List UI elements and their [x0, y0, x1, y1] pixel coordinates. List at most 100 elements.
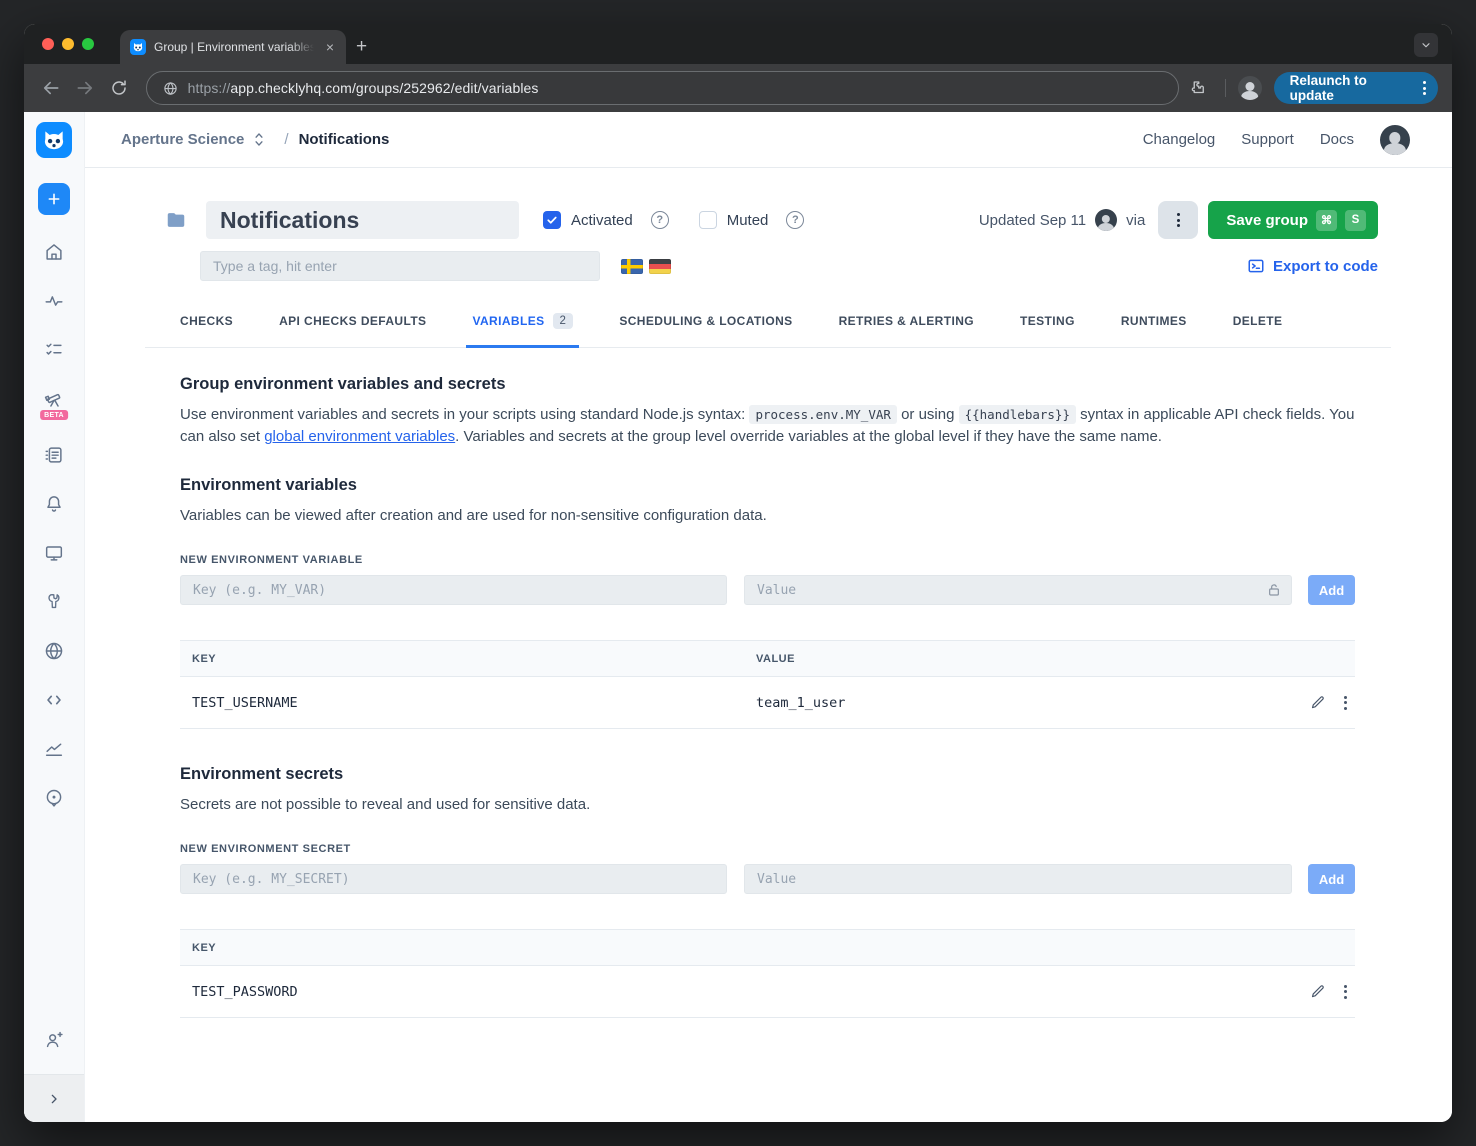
sidebar-item-analytics[interactable] — [43, 737, 65, 761]
tab-search-button[interactable] — [1414, 33, 1438, 57]
variables-table: KEY VALUE TEST_USERNAME team_1_user — [180, 640, 1355, 729]
tab-api-checks-defaults[interactable]: API CHECKS DEFAULTS — [279, 313, 426, 347]
muted-label: Muted — [726, 211, 769, 229]
docs-link[interactable]: Docs — [1320, 131, 1354, 148]
create-new-button[interactable] — [38, 183, 70, 215]
muted-checkbox[interactable] — [698, 211, 717, 229]
variable-value-input[interactable] — [744, 575, 1292, 605]
add-variable-button[interactable]: Add — [1308, 575, 1355, 605]
reload-icon — [111, 80, 126, 95]
tag-input[interactable] — [200, 251, 600, 281]
chevron-down-icon — [1422, 43, 1430, 48]
support-link[interactable]: Support — [1241, 131, 1294, 148]
account-switcher-label[interactable]: Aperture Science — [121, 131, 244, 148]
checkly-favicon-icon — [130, 39, 146, 55]
global-environment-variables-link[interactable]: global environment variables — [264, 428, 455, 445]
germany-flag-icon — [649, 258, 671, 274]
toolbar-divider — [1224, 79, 1226, 97]
sidebar-item-activity[interactable] — [43, 289, 65, 313]
telescope-icon — [44, 393, 61, 407]
variable-value-cell: team_1_user — [756, 694, 846, 711]
breadcrumb-separator: / — [284, 131, 289, 148]
tab-variables[interactable]: VARIABLES 2 — [466, 313, 580, 348]
secret-value-input[interactable] — [744, 864, 1292, 894]
tab-delete[interactable]: DELETE — [1233, 313, 1283, 347]
activated-checkbox[interactable] — [543, 211, 561, 229]
tab-close-icon[interactable]: × — [322, 38, 338, 56]
tab-retries-alerting[interactable]: RETRIES & ALERTING — [839, 313, 974, 347]
group-header-row2: Export to code — [85, 251, 1452, 281]
column-value: VALUE — [756, 652, 795, 665]
relaunch-label: Relaunch to update — [1289, 73, 1367, 103]
tab-testing[interactable]: TESTING — [1020, 313, 1075, 347]
shortcut-cmd-key: ⌘ — [1316, 209, 1337, 231]
chevron-right-icon — [51, 1094, 57, 1103]
sidebar-item-invite-user[interactable] — [43, 1028, 65, 1052]
add-secret-button[interactable]: Add — [1308, 864, 1355, 894]
tab-scheduling-locations[interactable]: SCHEDULING & LOCATIONS — [619, 313, 792, 347]
code-icon — [47, 695, 61, 705]
row-menu-icon[interactable] — [1344, 984, 1347, 999]
url-text: https://app.checklyhq.com/groups/252962/… — [187, 80, 539, 96]
sidebar-item-private-locations[interactable] — [43, 786, 65, 810]
user-avatar[interactable] — [1380, 124, 1410, 155]
variable-key-input[interactable] — [180, 575, 727, 605]
url-bar[interactable]: https://app.checklyhq.com/groups/252962/… — [145, 71, 1179, 105]
updated-label: Updated Sep 11 — [978, 211, 1087, 229]
secrets-table-header: KEY — [180, 929, 1355, 966]
save-group-button[interactable]: Save group ⌘ S — [1208, 201, 1378, 239]
new-secret-form: Add — [180, 864, 1355, 894]
group-name-input[interactable] — [206, 201, 519, 239]
muted-help-icon[interactable]: ? — [786, 211, 805, 229]
checkly-logo-icon[interactable] — [36, 122, 72, 158]
reload-button[interactable] — [104, 73, 134, 103]
new-tab-button[interactable]: + — [356, 36, 367, 58]
edit-pencil-icon[interactable] — [1309, 983, 1326, 1000]
back-button[interactable] — [36, 73, 66, 103]
browser-tab[interactable]: Group | Environment variables × — [120, 30, 346, 64]
forward-button[interactable] — [70, 73, 100, 103]
traffic-lights — [42, 38, 94, 50]
account-switcher-chevrons-icon[interactable] — [252, 131, 266, 148]
close-window-button[interactable] — [42, 38, 54, 50]
sidebar-item-maintenance[interactable] — [43, 590, 65, 614]
sidebar-item-alerts[interactable] — [43, 492, 65, 516]
edit-pencil-icon[interactable] — [1309, 694, 1326, 711]
activated-label: Activated — [571, 211, 633, 229]
activated-help-icon[interactable]: ? — [650, 211, 669, 229]
zoom-window-button[interactable] — [82, 38, 94, 50]
browser-titlebar: Group | Environment variables × + — [24, 24, 1452, 64]
tab-runtimes[interactable]: RUNTIMES — [1121, 313, 1187, 347]
beta-badge: BETA — [40, 410, 68, 420]
secret-key-input[interactable] — [180, 864, 727, 894]
column-key: KEY — [192, 941, 217, 954]
sidebar-item-status-pages[interactable] — [43, 541, 65, 565]
sidebar-item-checks[interactable] — [43, 338, 65, 362]
sidebar-item-browser-checks[interactable] — [43, 639, 65, 663]
environment-secrets-description: Secrets are not possible to reveal and u… — [180, 796, 591, 813]
sidebar-item-snippets[interactable] — [43, 688, 65, 712]
tab-checks[interactable]: CHECKS — [180, 313, 233, 347]
minimize-window-button[interactable] — [62, 38, 74, 50]
group-more-actions-button[interactable] — [1158, 201, 1199, 239]
section-intro: Use environment variables and secrets in… — [180, 405, 1355, 445]
environment-secrets-heading: Environment secrets — [180, 765, 344, 783]
updated-by-avatar[interactable] — [1095, 209, 1118, 231]
browser-profile-avatar[interactable] — [1237, 76, 1262, 100]
sidebar-item-telescope-beta[interactable]: BETA — [40, 387, 68, 420]
sidebar-item-home[interactable] — [43, 240, 65, 264]
export-to-code-link[interactable]: Export to code — [1247, 257, 1378, 275]
row-menu-icon[interactable] — [1344, 695, 1347, 710]
lock-open-icon[interactable] — [1266, 582, 1282, 598]
bell-icon — [47, 496, 61, 512]
relaunch-button[interactable]: Relaunch to update — [1273, 72, 1439, 104]
extensions-button[interactable] — [1183, 73, 1213, 103]
relaunch-menu-icon[interactable] — [1423, 81, 1427, 95]
sidebar-item-runtime-log[interactable] — [43, 443, 65, 467]
variables-tab-content: Group environment variables and secrets … — [85, 348, 1452, 1018]
app-sidebar: BETA — [24, 112, 85, 1122]
app-header: Aperture Science / Notifications Changel… — [85, 112, 1452, 168]
changelog-link[interactable]: Changelog — [1143, 131, 1216, 148]
sweden-flag-icon — [621, 258, 643, 274]
sidebar-expand-button[interactable] — [24, 1074, 84, 1122]
